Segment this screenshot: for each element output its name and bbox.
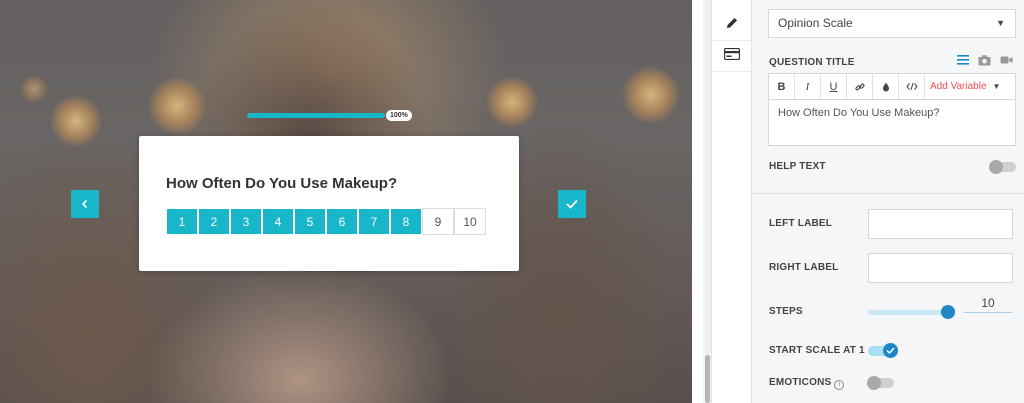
side-tool-rail <box>711 0 752 403</box>
scale-option-8[interactable]: 8 <box>390 208 422 235</box>
next-question-button[interactable] <box>558 190 586 218</box>
link-icon <box>854 83 864 90</box>
scale-option-9[interactable]: 9 <box>422 208 454 235</box>
progress-percent: 100% <box>386 110 412 121</box>
code-button[interactable] <box>899 74 925 99</box>
caret-down-icon: ▼ <box>996 18 1005 28</box>
question-title-input[interactable]: How Often Do You Use Makeup? <box>769 100 1015 126</box>
scale-option-6[interactable]: 6 <box>326 208 358 235</box>
link-button[interactable] <box>847 74 873 99</box>
help-text-label: HELP TEXT <box>769 161 826 172</box>
right-label-label: RIGHT LABEL <box>769 262 839 273</box>
previous-question-button[interactable] <box>71 190 99 218</box>
text-color-button[interactable] <box>873 74 899 99</box>
check-icon <box>886 347 895 354</box>
text-align-icon[interactable] <box>957 55 969 65</box>
scale-option-1[interactable]: 1 <box>166 208 198 235</box>
emoticons-toggle[interactable] <box>867 376 894 390</box>
steps-slider[interactable] <box>868 305 955 319</box>
steps-label: STEPS <box>769 306 803 317</box>
progress-bar: 100% <box>247 110 414 121</box>
question-type-select[interactable]: Opinion Scale ▼ <box>768 9 1016 38</box>
caret-down-icon: ▼ <box>992 82 1001 91</box>
question-text: How Often Do You Use Makeup? <box>166 175 398 192</box>
underline-button[interactable]: U <box>821 74 847 99</box>
rail-item-payment[interactable] <box>712 36 752 72</box>
right-label-input[interactable] <box>868 253 1013 283</box>
check-icon <box>566 199 578 209</box>
camera-icon[interactable] <box>978 55 991 66</box>
left-label-label: LEFT LABEL <box>769 218 833 229</box>
question-card: How Often Do You Use Makeup? 1 2 3 4 5 6 7 8 9 10 <box>139 136 519 271</box>
preview-scrollbar-thumb[interactable] <box>705 355 710 403</box>
left-label-input[interactable] <box>868 209 1013 239</box>
question-title-label: QUESTION TITLE <box>769 57 855 68</box>
scale-option-10[interactable]: 10 <box>454 208 486 235</box>
start-scale-toggle[interactable] <box>868 343 898 358</box>
preview-scrollbar[interactable] <box>703 0 711 403</box>
question-settings-panel: Opinion Scale ▼ QUESTION TITLE B I U Add… <box>752 0 1024 403</box>
italic-button[interactable]: I <box>795 74 821 99</box>
scale-option-4[interactable]: 4 <box>262 208 294 235</box>
credit-card-icon <box>724 47 740 60</box>
scale-option-2[interactable]: 2 <box>198 208 230 235</box>
add-variable-label: Add Variable <box>930 81 987 92</box>
emoticons-label: EMOTICONS i <box>769 377 845 390</box>
scale-option-7[interactable]: 7 <box>358 208 390 235</box>
rich-text-toolbar: B I U Add Variable ▼ <box>769 74 1015 100</box>
add-variable-dropdown[interactable]: Add Variable ▼ <box>925 74 1000 99</box>
opinion-scale: 1 2 3 4 5 6 7 8 9 10 <box>166 208 486 235</box>
chevron-left-icon <box>81 199 88 209</box>
steps-slider-thumb[interactable] <box>941 305 955 319</box>
scale-option-5[interactable]: 5 <box>294 208 326 235</box>
bold-button[interactable]: B <box>769 74 795 99</box>
form-preview: 100% How Often Do You Use Makeup? 123456… <box>0 0 692 403</box>
info-icon[interactable]: i <box>834 380 845 390</box>
help-text-toggle[interactable] <box>989 160 1016 174</box>
pencil-icon <box>727 17 737 28</box>
scale-option-3[interactable]: 3 <box>230 208 262 235</box>
start-scale-label: START SCALE AT 1 <box>769 345 865 356</box>
video-icon[interactable] <box>1000 55 1013 65</box>
code-icon <box>905 82 918 91</box>
steps-value-input[interactable]: 10 <box>964 296 1012 313</box>
droplet-icon <box>882 82 889 91</box>
question-type-value: Opinion Scale <box>778 16 853 30</box>
question-title-editor: B I U Add Variable ▼ How Often Do You Us… <box>768 73 1016 146</box>
